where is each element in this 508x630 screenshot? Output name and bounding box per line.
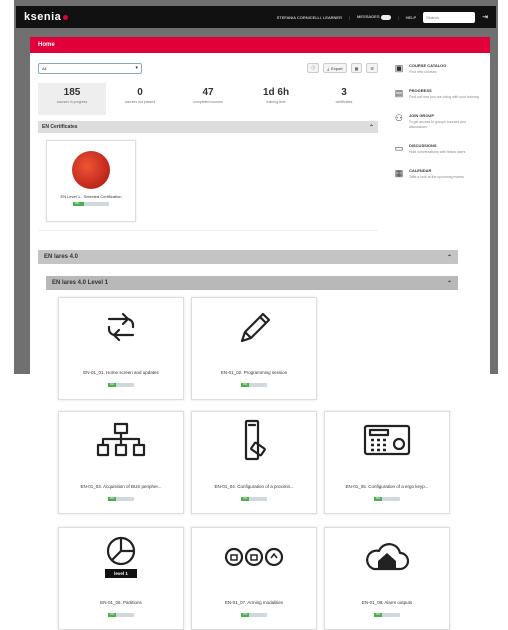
pencil-icon (192, 298, 316, 356)
stat-item[interactable]: 0 courses not passed (106, 83, 174, 115)
stat-label: certificates (335, 100, 353, 104)
course-card[interactable]: EN-01_04. Configuration of a proximit...… (191, 411, 317, 514)
info-icon: ⓘ (311, 65, 316, 70)
chevron-down-icon: ▾ (135, 64, 138, 71)
course-card[interactable]: EN-01_05. Configuration of a ergo keyp..… (324, 411, 450, 514)
sidebar-item-title: CALENDAR (409, 168, 432, 173)
pie-level-icon: level 1 (59, 528, 183, 586)
course-card[interactable]: EN-01_01. Home screen and updates 0% (58, 297, 184, 400)
stat-value: 0 (137, 87, 143, 98)
filter-select[interactable]: All ▾ (38, 62, 142, 74)
course-card[interactable]: EN-01_08. Alarm outputs 0% (324, 527, 450, 630)
sidebar-item-discussions[interactable]: ▭ DISCUSSIONS Hold conversations with fell… (394, 143, 484, 155)
chevron-up-icon: ⌃ (446, 254, 452, 261)
stat-label: training time (266, 100, 286, 104)
stat-label: courses in progress (56, 100, 88, 104)
course-title: EN-01_03. Acquisition of BUS peripher... (80, 484, 162, 489)
course-card[interactable]: EN-01_03. Acquisition of BUS peripher...… (58, 411, 184, 514)
chevron-up-icon: ⌃ (368, 124, 374, 131)
user-menu[interactable]: STEFANIA CORNICELLI, LEARNER (277, 15, 342, 20)
messages-link[interactable]: MESSAGES (357, 14, 391, 20)
sidebar-item-desc: Find out how you are doing with your tra… (409, 95, 479, 99)
chart-icon: ▤ (394, 88, 404, 98)
sidebar-item-title: DISCUSSIONS (409, 143, 437, 148)
course-card[interactable]: level 1 EN-01_06. Partitions 0% (58, 527, 184, 630)
section-lares[interactable]: EN lares 4.0 ⌃ (38, 250, 458, 264)
cloud-house-icon (325, 528, 449, 586)
calendar-icon: ▦ (394, 168, 404, 178)
progress-bar: 0% (108, 496, 134, 501)
course-title: EN-01_01. Home screen and updates (83, 370, 159, 375)
certificate-card[interactable]: EN Level 1 - Selected Certification 0% (46, 140, 136, 222)
sidebar-item-desc: Take a look at the upcoming events (409, 175, 464, 179)
section-lares-level1[interactable]: EN lares 4.0 Level 1 ⌃ (46, 276, 458, 290)
progress-bar: 0% (73, 201, 109, 206)
stat-item[interactable]: 3 certificates (310, 83, 378, 115)
logo[interactable]: ksenia (24, 11, 69, 23)
proximity-reader-icon (192, 412, 316, 470)
course-card[interactable]: EN-01_07. Arming modalities 0% (191, 527, 317, 630)
stat-item[interactable]: 1d 6h training time (242, 83, 310, 115)
progress-bar: 0% (108, 612, 134, 617)
progress-bar: 0% (241, 496, 267, 501)
course-title: EN-01_02. Programming session (220, 370, 288, 375)
stats-bar: 185 courses in progress 0 courses not passe… (38, 83, 378, 115)
export-button[interactable]: ⤓ Export (323, 63, 347, 73)
export-icon: ⤓ (327, 65, 330, 71)
group-icon: ⚇ (394, 113, 403, 123)
list-icon: ☰ (370, 65, 374, 71)
messages-toggle[interactable] (380, 14, 391, 20)
help-link[interactable]: HELP (406, 15, 416, 20)
sidebar-item-desc: Find new courses (409, 70, 437, 74)
sidebar: ▣ COURSE CATALOG Find new courses ▤ PROGRESS… (394, 63, 484, 193)
grid-view-button[interactable]: ▦ (350, 63, 363, 73)
info-button[interactable]: ⓘ (307, 63, 320, 73)
course-title: EN-01_08. Alarm outputs (361, 600, 413, 605)
sidebar-item-title: COURSE CATALOG (409, 63, 447, 68)
sync-icon (59, 298, 183, 356)
stat-item[interactable]: 185 courses in progress (38, 83, 106, 115)
exit-icon[interactable]: ⇥ (482, 13, 488, 21)
chat-icon: ▭ (394, 143, 404, 153)
sidebar-item-desc: To get access to groups courses and disc… (408, 120, 466, 129)
network-icon (59, 412, 183, 470)
chevron-up-icon: ⌃ (446, 280, 452, 287)
progress-bar: 0% (374, 496, 400, 501)
stat-label: completed courses (193, 100, 223, 104)
sidebar-item-title: PROGRESS (409, 88, 432, 93)
course-title: EN-01_06. Partitions (100, 600, 142, 605)
stat-value: 47 (202, 87, 214, 98)
sidebar-item-progress[interactable]: ▤ PROGRESS Find out how you are doing with… (394, 88, 484, 100)
sidebar-item-course-catalog[interactable]: ▣ COURSE CATALOG Find new courses (394, 63, 484, 75)
course-title: EN-01_05. Configuration of a ergo keyp..… (345, 484, 429, 489)
stat-label: courses not passed (124, 100, 156, 104)
progress-bar: 0% (108, 382, 134, 387)
arming-icon (192, 528, 316, 586)
course-card[interactable]: EN-01_02. Programming session 0% (191, 297, 317, 400)
progress-bar: 0% (241, 382, 267, 387)
sidebar-item-calendar[interactable]: ▦ CALENDAR Take a look at the upcoming eve… (394, 168, 484, 180)
progress-bar: 0% (241, 612, 267, 617)
grid-icon: ▦ (354, 65, 359, 71)
stat-value: 185 (63, 87, 81, 98)
search-input[interactable]: Search (423, 11, 476, 23)
course-title: EN-01_04. Configuration of a proximit... (214, 484, 294, 489)
keypad-icon (325, 412, 449, 470)
list-view-button[interactable]: ☰ (366, 63, 378, 73)
book-icon: ▣ (394, 63, 404, 73)
page-title: Home (30, 37, 490, 53)
course-title: EN-01_07. Arming modalities (224, 600, 284, 605)
sidebar-item-title: JOIN GROUP (408, 113, 434, 118)
stat-value: 3 (341, 87, 347, 98)
stat-item[interactable]: 47 completed courses (174, 83, 242, 115)
certificates-header[interactable]: EN Certificates ⌃ (38, 121, 378, 133)
progress-bar: 0% (374, 612, 400, 617)
sidebar-item-join-group[interactable]: ⚇ JOIN GROUP To get access to groups cours… (394, 113, 484, 130)
stat-value: 1d 6h (262, 87, 290, 98)
sidebar-item-desc: Hold conversations with fellow users (409, 150, 466, 154)
certificate-title: EN Level 1 - Selected Certification (60, 194, 122, 199)
seal-icon (72, 151, 110, 189)
top-bar: ksenia STEFANIA CORNICELLI, LEARNER | MES… (16, 6, 496, 28)
level-badge: level 1 (114, 571, 128, 576)
